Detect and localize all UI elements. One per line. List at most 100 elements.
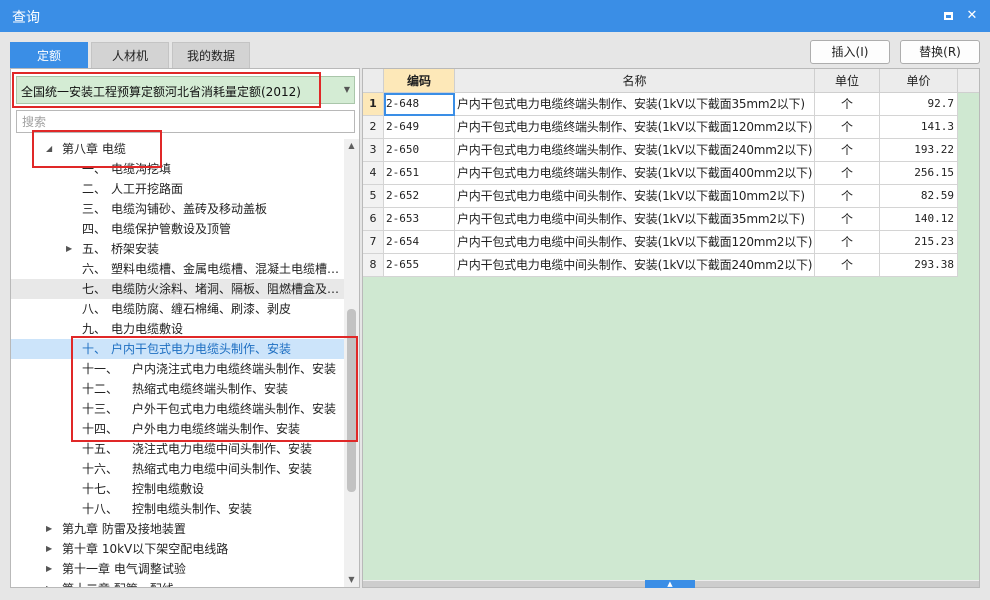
tree-section-item[interactable]: 十八、 控制电缆头制作、安装 bbox=[11, 499, 344, 519]
table-row[interactable]: 5 2-652 户内干包式电力电缆中间头制作、安装(1kV以下截面10mm2以下) 个… bbox=[363, 185, 958, 208]
table-row[interactable]: 2 2-649 户内干包式电力电缆终端头制作、安装(1kV以下截面120mm2以下)… bbox=[363, 116, 958, 139]
table-row[interactable]: 6 2-653 户内干包式电力电缆中间头制作、安装(1kV以下截面35mm2以下) 个… bbox=[363, 208, 958, 231]
tree-chapter-item[interactable]: ▶ 第十章 10kV以下架空配电线路 bbox=[11, 539, 344, 559]
tree-vertical-scrollbar[interactable]: ▲ ▼ bbox=[344, 139, 359, 587]
unit-cell[interactable]: 个 bbox=[815, 93, 880, 116]
row-number-cell[interactable]: 6 bbox=[363, 208, 384, 231]
tree-section-number: 十二、 bbox=[82, 382, 119, 396]
tree-section-item[interactable]: 十六、 热缩式电力电缆中间头制作、安装 bbox=[11, 459, 344, 479]
column-header-code[interactable]: 编码 bbox=[384, 69, 455, 93]
code-cell[interactable]: 2-648 bbox=[384, 93, 455, 116]
unit-cell[interactable]: 个 bbox=[815, 139, 880, 162]
row-number-cell[interactable]: 4 bbox=[363, 162, 384, 185]
tree-section-item[interactable]: 四、 电缆保护管敷设及顶管 bbox=[11, 219, 344, 239]
column-header-unit[interactable]: 单位 bbox=[815, 69, 880, 93]
code-cell[interactable]: 2-649 bbox=[384, 116, 455, 139]
expand-arrow-icon[interactable]: ▶ bbox=[46, 519, 52, 539]
close-button[interactable]: ✕ bbox=[962, 6, 982, 26]
code-cell[interactable]: 2-653 bbox=[384, 208, 455, 231]
unit-cell[interactable]: 个 bbox=[815, 116, 880, 139]
code-cell[interactable]: 2-654 bbox=[384, 231, 455, 254]
price-cell[interactable]: 215.23 bbox=[880, 231, 958, 254]
tab-quota[interactable]: 定额 bbox=[10, 42, 88, 68]
name-cell[interactable]: 户内干包式电力电缆终端头制作、安装(1kV以下截面35mm2以下) bbox=[455, 93, 815, 116]
tree-section-item[interactable]: 十三、 户外干包式电力电缆终端头制作、安装 bbox=[11, 399, 344, 419]
tree-section-item[interactable]: 十五、 浇注式电力电缆中间头制作、安装 bbox=[11, 439, 344, 459]
tab-my-data[interactable]: 我的数据 bbox=[172, 42, 250, 68]
price-cell[interactable]: 141.3 bbox=[880, 116, 958, 139]
insert-button[interactable]: 插入(I) bbox=[810, 40, 890, 64]
tree-section-item[interactable]: ▶ 五、 桥架安装 bbox=[11, 239, 344, 259]
name-cell[interactable]: 户内干包式电力电缆中间头制作、安装(1kV以下截面120mm2以下) bbox=[455, 231, 815, 254]
price-cell[interactable]: 256.15 bbox=[880, 162, 958, 185]
expand-arrow-icon[interactable]: ▶ bbox=[66, 239, 72, 259]
tree-section-number: 六、 bbox=[82, 262, 107, 276]
tree-section-item[interactable]: 二、 人工开挖路面 bbox=[11, 179, 344, 199]
expand-arrow-icon[interactable]: ▶ bbox=[46, 579, 52, 587]
tree-chapter-item[interactable]: ▶ 第十二章 配管、配线 bbox=[11, 579, 344, 587]
tab-labor-material-machine[interactable]: 人材机 bbox=[91, 42, 169, 68]
row-number-cell[interactable]: 5 bbox=[363, 185, 384, 208]
tree-section-item[interactable]: 十七、 控制电缆敷设 bbox=[11, 479, 344, 499]
replace-button[interactable]: 替换(R) bbox=[900, 40, 980, 64]
price-cell[interactable]: 193.22 bbox=[880, 139, 958, 162]
tree-section-item[interactable]: 六、 塑料电缆槽、金属电缆槽、混凝土电缆槽… bbox=[11, 259, 344, 279]
price-cell[interactable]: 140.12 bbox=[880, 208, 958, 231]
tree-section-item[interactable]: 七、 电缆防火涂料、堵洞、隔板、阻燃槽盒及… bbox=[11, 279, 344, 299]
price-cell[interactable]: 293.38 bbox=[880, 254, 958, 277]
code-cell[interactable]: 2-650 bbox=[384, 139, 455, 162]
collapse-arrow-icon[interactable]: ◢ bbox=[46, 139, 52, 159]
table-row[interactable]: 1 2-648 户内干包式电力电缆终端头制作、安装(1kV以下截面35mm2以下) 个… bbox=[363, 93, 958, 116]
table-row[interactable]: 3 2-650 户内干包式电力电缆终端头制作、安装(1kV以下截面240mm2以下)… bbox=[363, 139, 958, 162]
row-number-cell[interactable]: 2 bbox=[363, 116, 384, 139]
quota-library-select[interactable]: 全国统一安装工程预算定额河北省消耗量定额(2012) ▼ bbox=[16, 76, 355, 104]
column-header-name[interactable]: 名称 bbox=[455, 69, 815, 93]
unit-cell[interactable]: 个 bbox=[815, 254, 880, 277]
price-cell[interactable]: 82.59 bbox=[880, 185, 958, 208]
tree-section-item[interactable]: 九、 电力电缆敷设 bbox=[11, 319, 344, 339]
name-cell[interactable]: 户内干包式电力电缆中间头制作、安装(1kV以下截面35mm2以下) bbox=[455, 208, 815, 231]
row-number-cell[interactable]: 8 bbox=[363, 254, 384, 277]
unit-cell[interactable]: 个 bbox=[815, 162, 880, 185]
name-cell[interactable]: 户内干包式电力电缆中间头制作、安装(1kV以下截面240mm2以下) bbox=[455, 254, 815, 277]
name-cell[interactable]: 户内干包式电力电缆终端头制作、安装(1kV以下截面240mm2以下) bbox=[455, 139, 815, 162]
price-cell[interactable]: 92.7 bbox=[880, 93, 958, 116]
tree-section-item[interactable]: 十二、 热缩式电缆终端头制作、安装 bbox=[11, 379, 344, 399]
name-cell[interactable]: 户内干包式电力电缆中间头制作、安装(1kV以下截面10mm2以下) bbox=[455, 185, 815, 208]
tree-section-label: 户外干包式电力电缆终端头制作、安装 bbox=[132, 402, 337, 416]
expand-arrow-icon[interactable]: ▶ bbox=[46, 559, 52, 579]
table-row[interactable]: 7 2-654 户内干包式电力电缆中间头制作、安装(1kV以下截面120mm2以下)… bbox=[363, 231, 958, 254]
name-cell[interactable]: 户内干包式电力电缆终端头制作、安装(1kV以下截面400mm2以下) bbox=[455, 162, 815, 185]
tree-section-item[interactable]: 一、 电缆沟挖填 bbox=[11, 159, 344, 179]
row-number-cell[interactable]: 7 bbox=[363, 231, 384, 254]
tree-chapter-item[interactable]: ▶ 第十一章 电气调整试验 bbox=[11, 559, 344, 579]
code-cell[interactable]: 2-651 bbox=[384, 162, 455, 185]
scrollbar-thumb[interactable] bbox=[347, 309, 356, 492]
tree-section-number: 四、 bbox=[82, 222, 107, 236]
unit-cell[interactable]: 个 bbox=[815, 208, 880, 231]
maximize-button[interactable] bbox=[938, 6, 958, 26]
tree-section-number: 十七、 bbox=[82, 482, 119, 496]
table-row[interactable]: 4 2-651 户内干包式电力电缆终端头制作、安装(1kV以下截面400mm2以下)… bbox=[363, 162, 958, 185]
column-header-price[interactable]: 单价 bbox=[880, 69, 958, 93]
scroll-up-arrow-icon[interactable]: ▲ bbox=[344, 139, 359, 153]
code-cell[interactable]: 2-655 bbox=[384, 254, 455, 277]
tree-section-item[interactable]: 十四、 户外电力电缆终端头制作、安装 bbox=[11, 419, 344, 439]
tree-section-item[interactable]: 八、 电缆防腐、缠石棉绳、刷漆、剥皮 bbox=[11, 299, 344, 319]
row-number-cell[interactable]: 1 bbox=[363, 93, 384, 116]
unit-cell[interactable]: 个 bbox=[815, 231, 880, 254]
splitter-grip-icon[interactable]: ▲ bbox=[645, 580, 695, 588]
scroll-down-arrow-icon[interactable]: ▼ bbox=[344, 573, 359, 587]
tree-chapter-item[interactable]: ▶ 第九章 防雷及接地装置 bbox=[11, 519, 344, 539]
unit-cell[interactable]: 个 bbox=[815, 185, 880, 208]
tree-section-item[interactable]: 十、 户内干包式电力电缆头制作、安装 bbox=[11, 339, 344, 359]
table-row[interactable]: 8 2-655 户内干包式电力电缆中间头制作、安装(1kV以下截面240mm2以下)… bbox=[363, 254, 958, 277]
row-number-cell[interactable]: 3 bbox=[363, 139, 384, 162]
tree-chapter-8[interactable]: ◢ 第八章 电缆 bbox=[11, 139, 344, 159]
name-cell[interactable]: 户内干包式电力电缆终端头制作、安装(1kV以下截面120mm2以下) bbox=[455, 116, 815, 139]
tree-section-item[interactable]: 三、 电缆沟铺砂、盖砖及移动盖板 bbox=[11, 199, 344, 219]
expand-arrow-icon[interactable]: ▶ bbox=[46, 539, 52, 559]
search-input[interactable] bbox=[16, 110, 355, 133]
tree-section-item[interactable]: 十一、 户内浇注式电力电缆终端头制作、安装 bbox=[11, 359, 344, 379]
code-cell[interactable]: 2-652 bbox=[384, 185, 455, 208]
